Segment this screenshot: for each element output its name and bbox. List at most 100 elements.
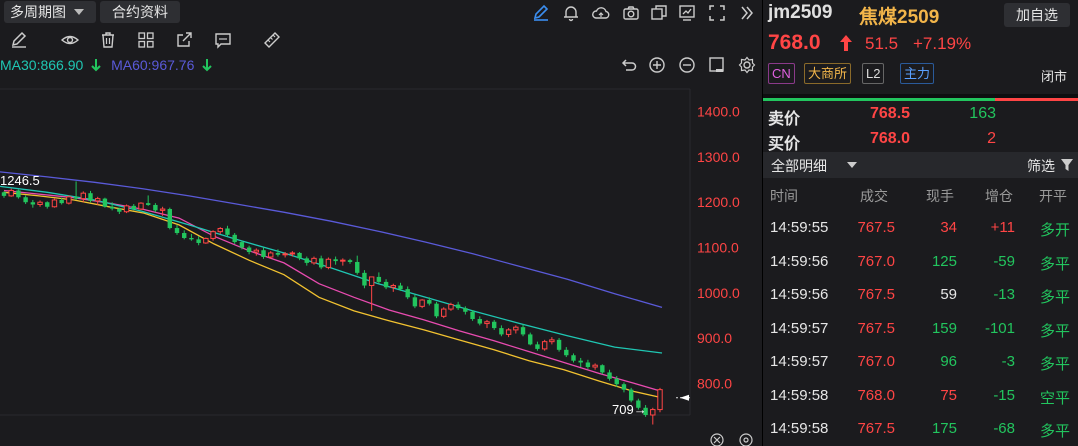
candle-body — [304, 258, 309, 263]
monitor-chart-icon[interactable] — [677, 3, 697, 23]
cell-oi-change: -59 — [993, 252, 1015, 270]
cell-price: 767.5 — [857, 286, 895, 303]
cell-volume: 75 — [940, 386, 957, 404]
candle-body — [405, 289, 410, 298]
comment-icon[interactable] — [213, 30, 233, 50]
y-tick-label: 1000.0 — [697, 285, 740, 301]
eye-icon[interactable] — [60, 30, 80, 50]
table-row[interactable]: 14:59:58 768.0 75 -15 空平 — [763, 380, 1078, 410]
trash-icon[interactable] — [98, 30, 118, 50]
table-row[interactable]: 14:59:55 767.5 34 +11 多开 — [763, 212, 1078, 242]
chevron-down-icon[interactable] — [847, 162, 857, 168]
zoom-out-icon[interactable] — [678, 56, 696, 74]
chart-settings-icon[interactable] — [739, 433, 753, 446]
table-row[interactable]: 14:59:56 767.0 125 -59 多平 — [763, 246, 1078, 276]
add-watchlist-button[interactable]: 加自选 — [1004, 3, 1070, 27]
detail-dropdown[interactable]: 全部明细 — [771, 156, 827, 176]
candle-body — [383, 281, 389, 288]
candle-body — [318, 258, 324, 268]
external-link-icon[interactable] — [174, 30, 194, 50]
candle-body — [362, 272, 367, 286]
candle-body — [491, 321, 497, 329]
arrow-down-icon — [91, 59, 101, 72]
fullscreen-icon[interactable] — [707, 3, 727, 23]
candle-body — [340, 259, 346, 262]
low-price-label: 709→ — [612, 402, 647, 417]
candle-body — [297, 252, 302, 259]
filter-button[interactable]: 筛选 — [1027, 156, 1055, 176]
table-row[interactable]: 14:59:57 767.5 159 -101 多平 — [763, 313, 1078, 343]
draw-pen-icon[interactable] — [531, 3, 551, 23]
candle-body — [45, 202, 50, 207]
copy-window-icon[interactable] — [649, 3, 669, 23]
y-tick-label: 1300.0 — [697, 149, 740, 165]
ma-line-ma5 — [3, 191, 663, 399]
undo-icon[interactable] — [619, 56, 637, 74]
candle-body — [628, 389, 634, 401]
last-price-pointer — [680, 394, 689, 401]
candle-body — [232, 234, 237, 243]
candle-body — [246, 247, 252, 253]
double-chevron-right-icon[interactable] — [737, 3, 757, 23]
contract-info-button[interactable]: 合约资料 — [100, 1, 180, 23]
candle-body — [585, 362, 591, 368]
cell-time: 14:59:58 — [770, 386, 829, 404]
table-row[interactable]: 14:59:56 767.5 59 -13 多平 — [763, 279, 1078, 309]
ruler-icon[interactable] — [262, 30, 282, 50]
candlestick-chart[interactable]: 1400.0 1300.0 1200.0 1100.0 1000.0 900.0 800.0… — [0, 80, 762, 446]
cell-oi-change: +11 — [990, 219, 1015, 236]
candle-body — [614, 378, 619, 385]
cell-price: 768.0 — [857, 386, 895, 404]
cloud-icon[interactable] — [591, 3, 611, 23]
grid-icon[interactable] — [136, 30, 156, 50]
candle-body — [427, 300, 432, 304]
cell-oi-change: -13 — [993, 286, 1015, 303]
cell-volume: 175 — [931, 420, 957, 437]
candle-body — [88, 193, 93, 201]
candle-body — [145, 203, 151, 205]
candle-body — [441, 308, 447, 317]
cell-oi-change: -3 — [1001, 353, 1015, 370]
bid-label: 买价 — [768, 136, 801, 153]
market-status: 闭市 — [1041, 69, 1068, 84]
candle-body — [153, 204, 158, 211]
bid-price[interactable]: 768.0 — [870, 130, 910, 148]
arrow-down-icon — [202, 59, 212, 72]
price-annotations: 1246.5 709→ — [0, 173, 690, 417]
period-dropdown-label: 多周期图 — [10, 4, 66, 20]
candle-body — [419, 299, 425, 307]
cell-time: 14:59:56 — [770, 252, 829, 270]
period-dropdown[interactable]: 多周期图 — [4, 1, 96, 23]
ma-legend: MA30:866.90 MA60:967.76 — [0, 55, 212, 75]
table-row[interactable]: 14:59:58 767.5 175 -68 多平 — [763, 413, 1078, 443]
cell-open-close: 多平 — [1039, 255, 1070, 273]
ask-price[interactable]: 768.5 — [870, 105, 910, 123]
candle-body — [138, 202, 144, 210]
candle-body — [275, 252, 281, 255]
contract-info-label: 合约资料 — [112, 4, 168, 20]
candle-body — [30, 202, 36, 205]
zoom-in-icon[interactable] — [648, 56, 666, 74]
candle-body — [355, 261, 360, 273]
close-chart-icon[interactable] — [710, 433, 724, 446]
col-price: 成交 — [860, 188, 888, 204]
table-row[interactable]: 14:59:57 767.0 96 -3 多平 — [763, 346, 1078, 376]
candle-body — [549, 339, 555, 343]
candle-body — [210, 231, 216, 239]
settings-window-icon[interactable] — [708, 56, 726, 74]
bell-icon[interactable] — [561, 3, 581, 23]
bid-ask-ratio-bar — [763, 98, 1078, 101]
camera-icon[interactable] — [621, 3, 641, 23]
ask-label: 卖价 — [768, 111, 801, 128]
candle-body — [109, 206, 115, 209]
gear-icon[interactable] — [738, 56, 756, 74]
candle-body — [368, 276, 375, 287]
candle-body — [470, 311, 475, 320]
pencil-icon[interactable] — [9, 30, 29, 50]
chart-tools-bar — [0, 28, 762, 52]
filter-icon[interactable] — [1061, 159, 1073, 171]
candle-body — [203, 237, 209, 244]
candle-body — [8, 189, 14, 197]
candle-body — [102, 198, 108, 207]
candle-body — [592, 364, 598, 368]
